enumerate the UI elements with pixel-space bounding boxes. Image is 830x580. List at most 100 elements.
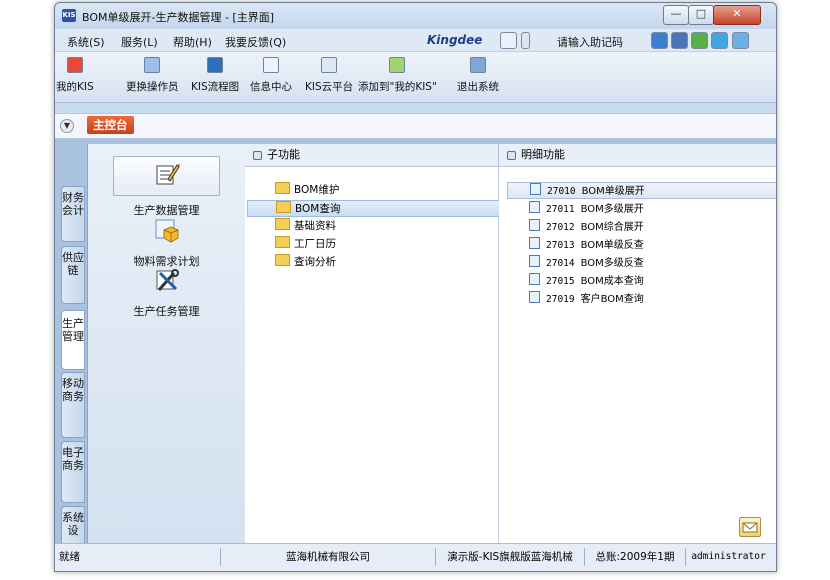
add-to-my-kis-button[interactable]: 添加到"我的KIS" [358,57,437,94]
info-center-button[interactable]: 信息中心 [250,57,292,94]
change-operator-button[interactable]: 更换操作员 [126,57,179,94]
kingdee-logo: Kingdee [427,33,483,47]
kis-cloud-button[interactable]: KIS云平台 [305,57,353,94]
detail-code: 27012 [546,222,575,233]
sidetab-finance[interactable]: 财务会计 [61,186,85,242]
users-icon [144,57,161,73]
folder-label: 基础资料 [294,220,336,232]
tab-strip: ▼ 主控台 [55,113,776,139]
info-center-label: 信息中心 [250,81,292,93]
sidetab-mobile-commerce[interactable]: 移动商务 [61,372,85,438]
nav-item-production-task[interactable]: 生产任务管理 [88,268,245,319]
sub-functions-pane: BOM维护 BOM查询 基础资料 工厂日历 查询分析 [245,167,524,543]
change-operator-label: 更换操作员 [126,81,179,93]
detail-name: 客户BOM查询 [580,294,644,305]
document-icon [529,201,540,213]
status-ready: 就绪 [55,548,221,566]
sub-functions-title: 子功能 [267,148,300,161]
help-code-input[interactable]: 请输入助记码 [557,34,623,50]
cube-doc-icon [155,219,178,243]
status-company: 蓝海机械有限公司 [221,548,436,566]
detail-item-27011[interactable]: 27011 BOM多级展开 [529,201,644,216]
star-icon [66,57,83,73]
nav-label-production-task: 生产任务管理 [133,305,200,318]
folder-bom-maintain[interactable]: BOM维护 [275,182,339,197]
folder-bom-query[interactable]: BOM查询 [247,200,524,217]
detail-functions-pane: 27010 BOM单级展开 27011 BOM多级展开 27012 BOM综合展开 2… [499,167,776,543]
detail-name: BOM单级展开 [581,186,645,197]
document-icon [529,255,540,267]
sub-functions-header: 子功能 [245,144,498,167]
toolbar: 我的KIS 更换操作员 KIS流程图 信息中心 KIS云平台 添加到"我的KIS… [55,52,776,103]
sidetab-supply-chain[interactable]: 供应链 [61,246,85,304]
sidetab-system[interactable]: 系统设 [61,506,85,546]
document-icon [529,291,540,303]
content-area: 财务会计 供应链 生产管理 移动商务 电子商务 系统设 生产数据管理 物料需求计… [55,139,776,546]
title-bar: KIS BOM单级展开-生产数据管理 - [主界面] — □ ✕ [55,3,776,29]
menu-service[interactable]: 服务(L) [121,34,158,50]
sidetab-e-commerce[interactable]: 电子商务 [61,441,85,503]
nav-item-mrp[interactable]: 物料需求计划 [88,218,245,269]
mail-icon[interactable] [739,517,761,537]
menu-help[interactable]: 帮助(H) [173,34,212,50]
refresh-icon[interactable] [711,32,728,49]
exit-system-button[interactable]: 退出系统 [457,57,499,94]
folder-factory-calendar[interactable]: 工厂日历 [275,236,336,251]
document-icon [529,219,540,231]
detail-code: 27014 [546,258,575,269]
maximize-button[interactable]: □ [688,5,714,25]
detail-code: 27010 [547,186,576,197]
folder-icon [275,218,290,230]
document-icon [529,237,540,249]
status-edition: 演示版-KIS旗舰版蓝海机械 [436,548,585,566]
my-kis-label: 我的KIS [56,81,94,93]
nav-item-production-data[interactable]: 生产数据管理 [88,156,245,218]
tab-main-console[interactable]: 主控台 [87,116,134,134]
minimize-button[interactable]: — [663,5,689,25]
detail-name: BOM多级反查 [580,258,644,269]
menu-system[interactable]: 系统(S) [67,34,105,50]
add-to-my-kis-label: 添加到"我的KIS" [358,81,437,93]
folder-query-analysis[interactable]: 查询分析 [275,254,336,269]
go-arrow-icon[interactable] [651,32,668,49]
monitor-icon[interactable] [732,32,749,49]
detail-name: BOM成本查询 [580,276,644,287]
detail-item-27019[interactable]: 27019 客户BOM查询 [529,291,644,306]
folder-basic-data[interactable]: 基础资料 [275,218,336,233]
menu-bar: 系统(S) 服务(L) 帮助(H) 我要反馈(Q) Kingdee 请输入助记码 [55,29,776,52]
sidetab-production[interactable]: 生产管理 [61,310,85,370]
folder-label: 工厂日历 [294,238,336,250]
flowchart-icon [207,57,224,73]
phone-icon[interactable] [521,32,530,49]
header-bullet-icon [507,150,516,160]
nav-label-production-data: 生产数据管理 [133,204,200,217]
exit-icon [470,57,486,73]
chevron-down-icon[interactable]: ▼ [60,119,74,133]
detail-item-27010[interactable]: 27010 BOM单级展开 [507,182,776,199]
folder-open-icon [276,201,291,213]
detail-item-27013[interactable]: 27013 BOM单级反查 [529,237,644,252]
service-icon[interactable] [500,32,517,49]
menu-feedback[interactable]: 我要反馈(Q) [225,34,286,50]
kis-flowchart-button[interactable]: KIS流程图 [191,57,239,94]
add-favorite-icon [389,57,406,73]
detail-name: BOM多级展开 [580,204,644,215]
exit-system-label: 退出系统 [457,81,499,93]
folder-icon [275,236,290,248]
nav-label-mrp: 物料需求计划 [133,255,200,268]
detail-code: 27013 [546,240,575,251]
kis-cloud-label: KIS云平台 [305,81,354,93]
detail-functions-header: 明细功能 [499,144,776,167]
document-icon [529,273,540,285]
bubble-icon[interactable] [691,32,708,49]
my-kis-button[interactable]: 我的KIS [56,57,94,94]
detail-item-27012[interactable]: 27012 BOM综合展开 [529,219,644,234]
close-button[interactable]: ✕ [713,5,761,25]
detail-item-27014[interactable]: 27014 BOM多级反查 [529,255,644,270]
app-logo-icon: KIS [62,9,76,22]
tools-icon [156,269,179,291]
status-period: 总账:2009年1期 [585,548,686,566]
detail-item-27015[interactable]: 27015 BOM成本查询 [529,273,644,288]
chat-icon[interactable] [671,32,688,49]
document-icon [530,183,541,195]
